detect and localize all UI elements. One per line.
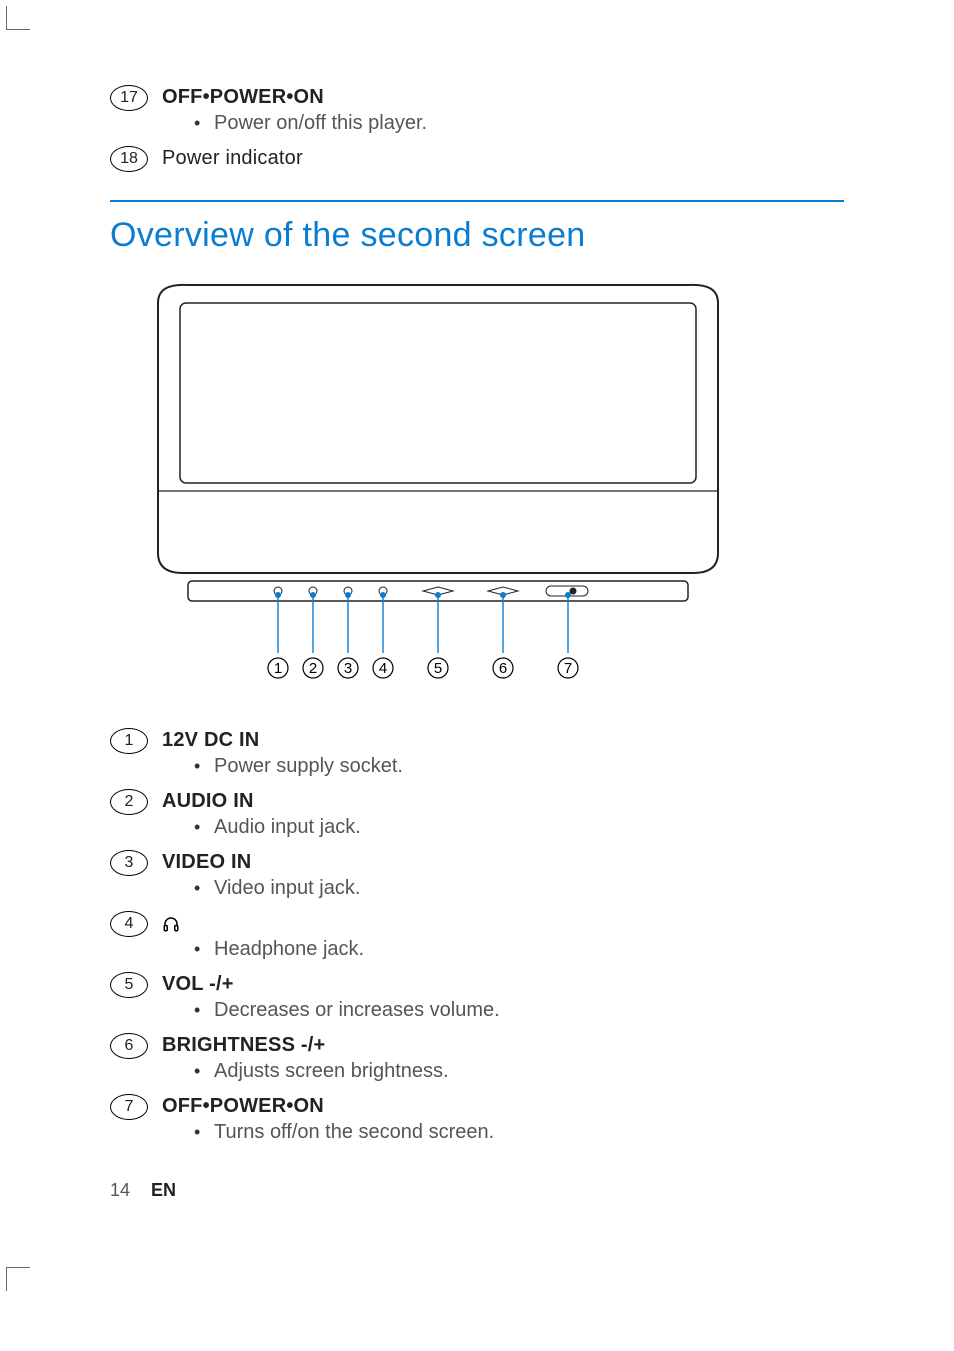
page-number: 14 [110, 1180, 130, 1200]
svg-text:3: 3 [344, 660, 352, 677]
section-rule [110, 200, 844, 202]
bullet-icon: • [194, 997, 214, 1023]
crop-mark [6, 1267, 30, 1291]
svg-text:7: 7 [564, 660, 572, 677]
item-desc: Power supply socket. [214, 752, 403, 781]
bullet-icon: • [194, 936, 214, 962]
svg-text:2: 2 [309, 660, 317, 677]
item-desc: Video input jack. [214, 874, 360, 903]
definition-item: 2 AUDIO IN•Audio input jack. [110, 789, 844, 842]
svg-text:6: 6 [499, 660, 507, 677]
bullet-icon: • [194, 110, 214, 136]
item-desc: Headphone jack. [214, 935, 364, 964]
crop-mark [6, 6, 30, 30]
svg-text:1: 1 [274, 660, 282, 677]
bullet-icon: • [194, 875, 214, 901]
item-number: 17 [110, 85, 148, 111]
item-title: 12V DC IN [162, 729, 844, 752]
item-title: VIDEO IN [162, 851, 844, 874]
item-number: 18 [110, 146, 148, 172]
item-title: VOL -/+ [162, 973, 844, 996]
svg-text:5: 5 [434, 660, 442, 677]
bullet-icon: • [194, 1058, 214, 1084]
definition-item: 5 VOL -/+•Decreases or increases volume. [110, 972, 844, 1025]
item-title [162, 912, 844, 935]
definition-item: 4 •Headphone jack. [110, 911, 844, 964]
definition-item: 7 OFF•POWER•ON•Turns off/on the second sc… [110, 1094, 844, 1147]
product-diagram: 1 2 3 4 5 6 7 [110, 273, 750, 698]
item-number: 2 [110, 789, 148, 815]
definition-item: 6 BRIGHTNESS -/+•Adjusts screen brightnes… [110, 1033, 844, 1086]
section-title: Overview of the second screen [110, 216, 844, 255]
page-language: EN [151, 1180, 176, 1200]
definition-item: 3 VIDEO IN•Video input jack. [110, 850, 844, 903]
item-number: 6 [110, 1033, 148, 1059]
definition-item: 1 12V DC IN•Power supply socket. [110, 728, 844, 781]
bullet-icon: • [194, 753, 214, 779]
definition-item-17: 17 OFF•POWER•ON • Power on/off this play… [110, 85, 844, 138]
item-desc: Decreases or increases volume. [214, 996, 500, 1025]
item-desc: Adjusts screen brightness. [214, 1057, 449, 1086]
item-number: 1 [110, 728, 148, 754]
definition-item-18: 18 Power indicator [110, 146, 844, 172]
item-number: 3 [110, 850, 148, 876]
headphones-icon [162, 915, 180, 933]
page-footer: 14 EN [110, 1180, 176, 1201]
definition-list: 112V DC IN•Power supply socket.2AUDIO IN… [110, 728, 844, 1147]
svg-text:4: 4 [379, 660, 387, 677]
item-title: BRIGHTNESS -/+ [162, 1034, 844, 1057]
item-number: 7 [110, 1094, 148, 1120]
item-desc: Turns off/on the second screen. [214, 1118, 494, 1147]
manual-page: 17 OFF•POWER•ON • Power on/off this play… [0, 0, 954, 1195]
second-screen-illustration: 1 2 3 4 5 6 7 [118, 273, 758, 693]
item-title: AUDIO IN [162, 790, 844, 813]
item-desc: Power on/off this player. [214, 109, 427, 138]
bullet-icon: • [194, 814, 214, 840]
item-desc: Audio input jack. [214, 813, 361, 842]
item-number: 4 [110, 911, 148, 937]
bullet-icon: • [194, 1119, 214, 1145]
item-title: OFF•POWER•ON [162, 86, 844, 109]
item-title: Power indicator [162, 147, 844, 170]
item-number: 5 [110, 972, 148, 998]
item-title: OFF•POWER•ON [162, 1095, 844, 1118]
